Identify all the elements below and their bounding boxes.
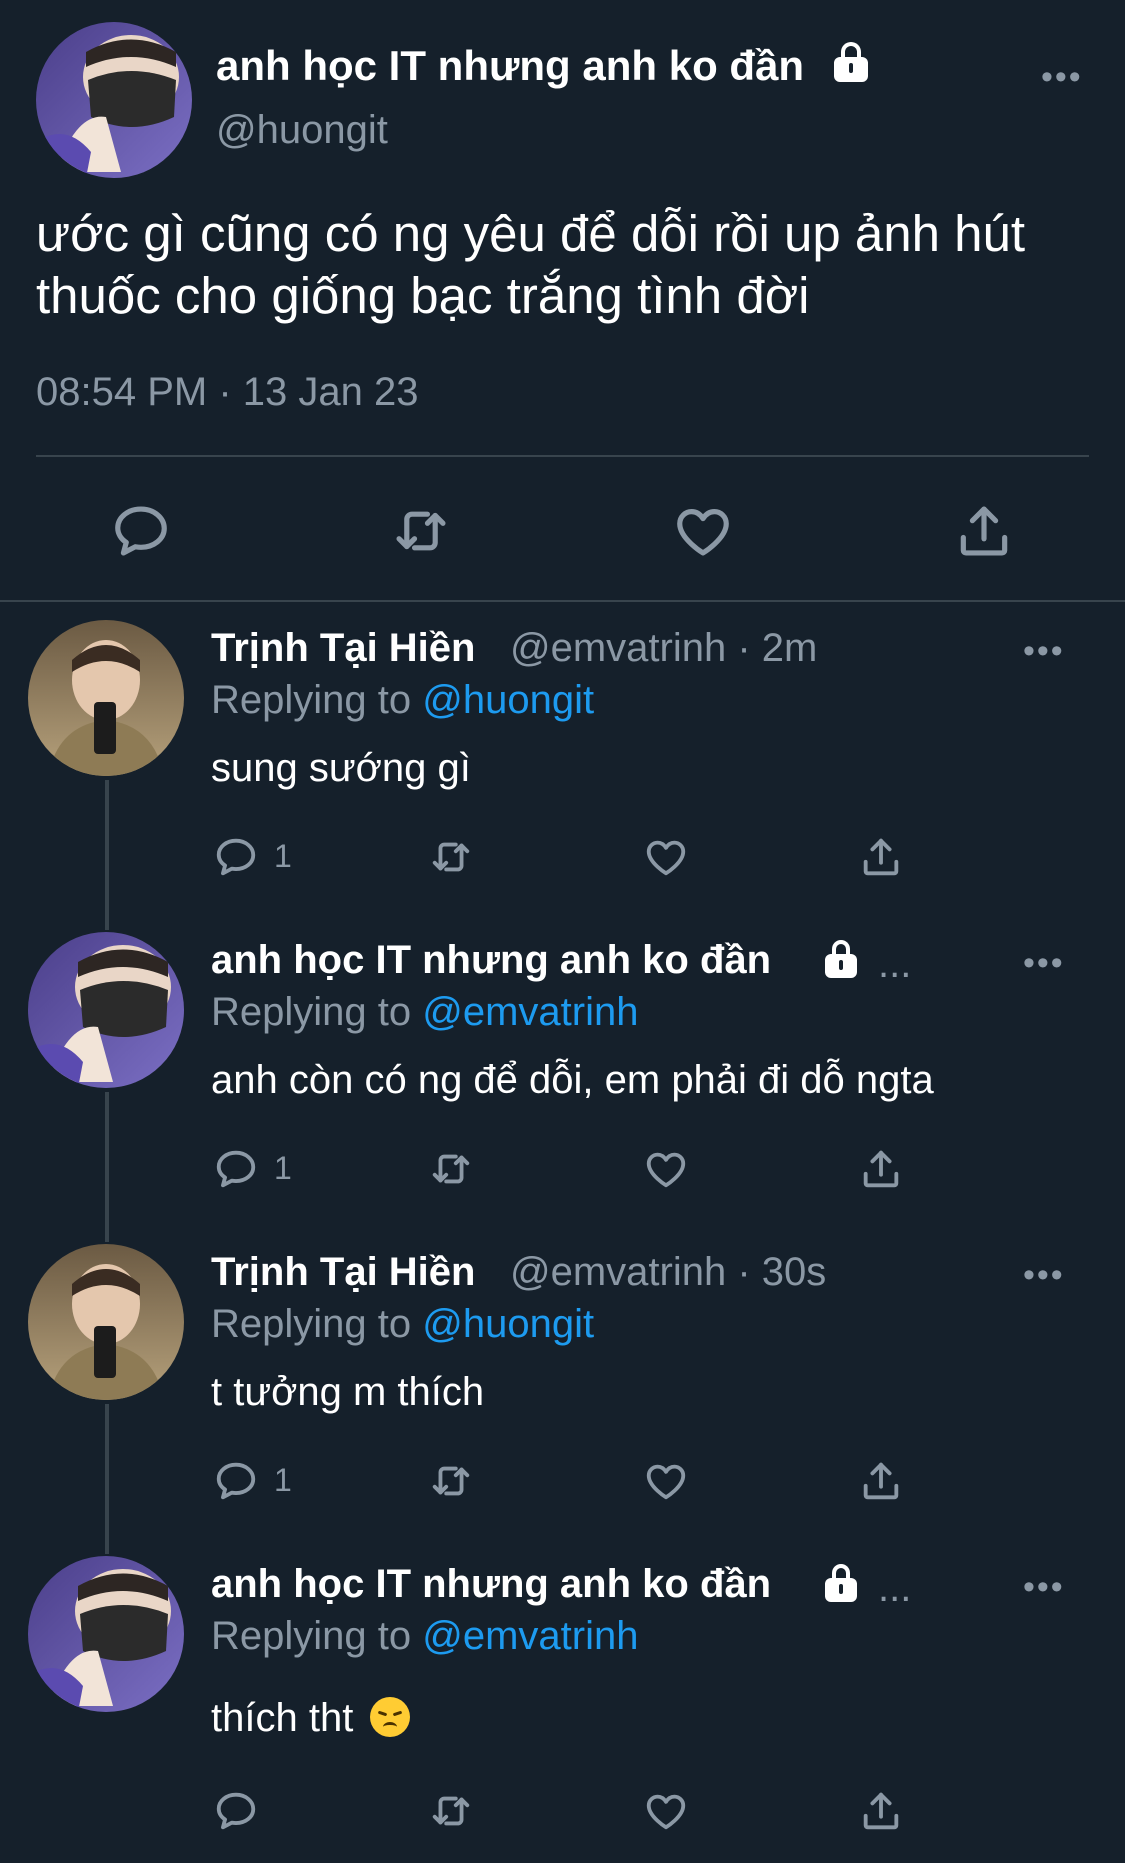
reply-icon[interactable] (213, 834, 259, 880)
reply-icon[interactable] (110, 500, 172, 562)
reply-count: 1 (274, 838, 292, 874)
like-icon[interactable] (643, 1146, 689, 1192)
share-icon[interactable] (858, 834, 904, 880)
retweet-icon[interactable] (428, 1458, 474, 1504)
lock-icon (834, 42, 868, 82)
like-icon[interactable] (643, 1458, 689, 1504)
reply-avatar[interactable] (28, 620, 184, 776)
reply-display-name[interactable]: anh học IT nhưng anh ko đần (211, 1562, 771, 1607)
divider (36, 455, 1089, 457)
reply-handle-time[interactable]: @emvatrinh · 30s (510, 1250, 826, 1295)
reply-avatar[interactable] (28, 1244, 184, 1400)
reply-handle-time: ... (878, 1566, 912, 1610)
author-handle[interactable]: @huongit (216, 108, 388, 153)
disappointed-face-emoji-icon (370, 1697, 411, 1737)
reply-text: anh còn có ng để dỗi, em phải đi dỗ ngta (211, 1058, 934, 1102)
like-icon[interactable] (672, 500, 734, 562)
replying-to: Replying to @emvatrinh (211, 1614, 639, 1658)
mention-link[interactable]: @huongit (422, 678, 594, 722)
replying-to: Replying to @emvatrinh (211, 990, 639, 1034)
reply-count: 1 (274, 1150, 292, 1186)
share-icon[interactable] (858, 1146, 904, 1192)
reply-icon[interactable] (213, 1458, 259, 1504)
reply-text: sung sướng gì (211, 746, 471, 790)
reply-icon[interactable] (213, 1788, 259, 1834)
retweet-icon[interactable] (428, 1788, 474, 1834)
reply-count: 1 (274, 1462, 292, 1498)
more-options-button[interactable]: ••• (1041, 58, 1083, 97)
reply-icon[interactable] (213, 1146, 259, 1192)
more-options-button[interactable]: ••• (1023, 1256, 1065, 1295)
share-icon[interactable] (858, 1788, 904, 1834)
reply-text: thích tht (211, 1696, 411, 1741)
lock-icon (825, 1564, 857, 1602)
more-options-button[interactable]: ••• (1023, 944, 1065, 983)
reply-handle-time[interactable]: @emvatrinh · 2m (510, 626, 817, 671)
reply-display-name[interactable]: Trịnh Tại Hiền (211, 626, 475, 671)
mention-link[interactable]: @emvatrinh (422, 1614, 638, 1658)
reply-avatar[interactable] (28, 1556, 184, 1712)
more-options-button[interactable]: ••• (1023, 1568, 1065, 1607)
retweet-icon[interactable] (428, 1146, 474, 1192)
tweet-timestamp[interactable]: 08:54 PM · 13 Jan 23 (36, 370, 418, 415)
reply-avatar[interactable] (28, 932, 184, 1088)
more-options-button[interactable]: ••• (1023, 632, 1065, 671)
lock-icon (825, 940, 857, 978)
thread-connector (105, 780, 109, 930)
like-icon[interactable] (643, 834, 689, 880)
share-icon[interactable] (953, 500, 1015, 562)
replying-to: Replying to @huongit (211, 678, 595, 722)
mention-link[interactable]: @emvatrinh (422, 990, 638, 1034)
retweet-icon[interactable] (390, 500, 452, 562)
reply-display-name[interactable]: Trịnh Tại Hiền (211, 1250, 475, 1295)
share-icon[interactable] (858, 1458, 904, 1504)
author-display-name[interactable]: anh học IT nhưng anh ko đần (216, 42, 804, 90)
retweet-icon[interactable] (428, 834, 474, 880)
thread-connector (105, 1092, 109, 1242)
mention-link[interactable]: @huongit (422, 1302, 594, 1346)
reply-text: t tưởng m thích (211, 1370, 485, 1414)
replying-to: Replying to @huongit (211, 1302, 595, 1346)
reply-handle-time: ... (878, 942, 912, 986)
divider (0, 600, 1125, 602)
reply-display-name[interactable]: anh học IT nhưng anh ko đần (211, 938, 771, 983)
thread-connector (105, 1404, 109, 1554)
tweet-text: ước gì cũng có ng yêu để dỗi rồi up ảnh … (36, 205, 1026, 324)
like-icon[interactable] (643, 1788, 689, 1834)
author-avatar[interactable] (36, 22, 192, 178)
